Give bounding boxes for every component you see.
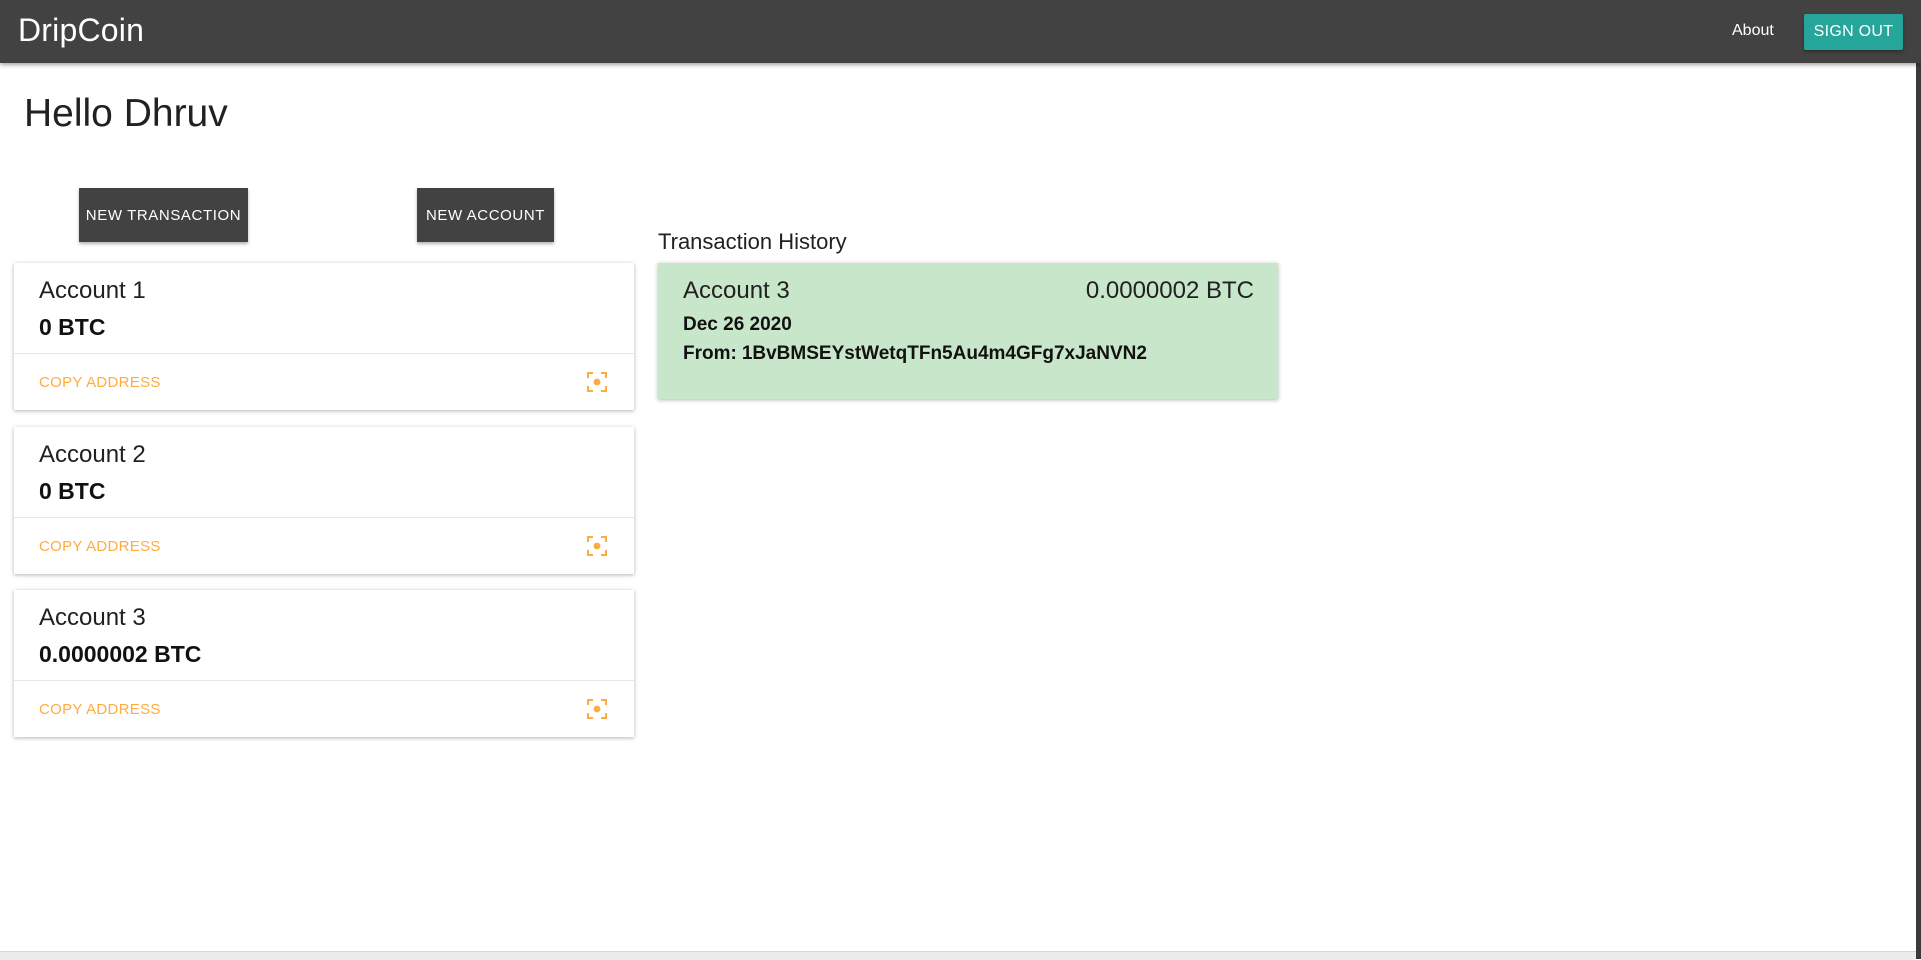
account-name: Account 3 [39, 604, 146, 631]
copy-address-button[interactable]: COPY ADDRESS [39, 374, 161, 391]
qr-scan-icon[interactable] [587, 536, 607, 556]
card-divider [14, 517, 634, 518]
account-balance: 0 BTC [39, 314, 106, 340]
qr-scan-icon[interactable] [587, 699, 607, 719]
transaction-amount: 0.0000002 BTC [1085, 277, 1254, 304]
copy-address-button[interactable]: COPY ADDRESS [39, 538, 161, 555]
transaction-history-heading: Transaction History [658, 229, 847, 254]
from-label: From: [683, 343, 737, 364]
page-title: Hello Dhruv [24, 92, 228, 135]
transaction-card[interactable]: Account 3 0.0000002 BTC Dec 26 2020 From… [658, 263, 1278, 399]
account-card: Account 3 0.0000002 BTC COPY ADDRESS [14, 590, 634, 737]
new-account-button[interactable]: NEW ACCOUNT [417, 188, 554, 242]
account-balance: 0 BTC [39, 478, 106, 504]
brand-logo[interactable]: DripCoin [18, 12, 144, 49]
card-divider [14, 680, 634, 681]
account-card: Account 2 0 BTC COPY ADDRESS [14, 427, 634, 574]
account-balance: 0.0000002 BTC [39, 641, 202, 667]
copy-address-button[interactable]: COPY ADDRESS [39, 701, 161, 718]
account-name: Account 2 [39, 441, 146, 468]
about-link[interactable]: About [1732, 22, 1774, 40]
sign-out-button[interactable]: SIGN OUT [1804, 14, 1903, 50]
from-address: 1BvBMSEYstWetqTFn5Au4m4GFg7xJaNVN2 [741, 343, 1147, 364]
new-transaction-button[interactable]: NEW TRANSACTION [79, 188, 248, 242]
card-divider [14, 353, 634, 354]
transaction-account: Account 3 [683, 277, 790, 304]
transaction-from: From: 1BvBMSEYstWetqTFn5Au4m4GFg7xJaNVN2 [683, 343, 1147, 365]
account-name: Account 1 [39, 277, 146, 304]
account-card: Account 1 0 BTC COPY ADDRESS [14, 263, 634, 410]
app-bar: DripCoin About SIGN OUT [0, 0, 1921, 63]
transaction-date: Dec 26 2020 [683, 314, 792, 335]
qr-scan-icon[interactable] [587, 372, 607, 392]
window-edge [1916, 63, 1921, 959]
